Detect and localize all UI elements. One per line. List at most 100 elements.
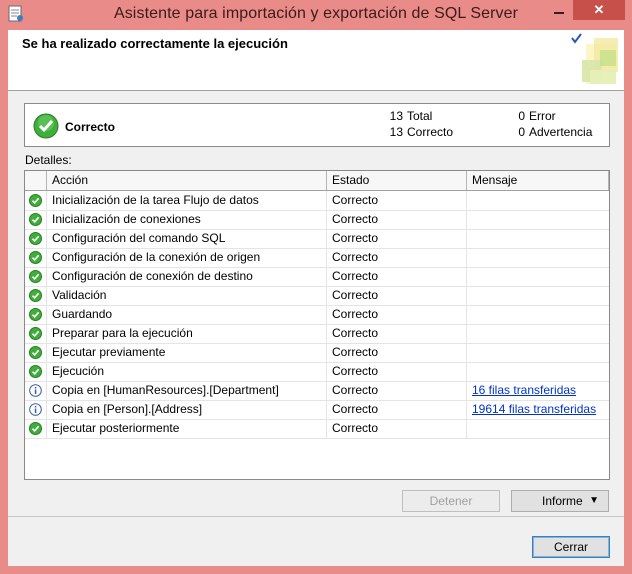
row-message [467,210,609,229]
row-icon-cell [25,400,47,419]
row-icon-cell [25,210,47,229]
summary-status: Correcto [65,120,116,134]
row-icon-cell [25,305,47,324]
row-icon-cell [25,343,47,362]
row-action: Ejecución [47,362,327,381]
table-row[interactable]: Guardando Correcto [25,305,609,325]
row-icon-cell [25,381,47,400]
stat-total-label: Total [407,109,433,123]
row-message [467,286,609,305]
row-action: Ejecutar previamente [47,343,327,362]
stat-success: 13 Correcto [389,125,453,139]
row-status: Correcto [327,362,467,381]
row-status: Correcto [327,305,467,324]
details-label: Detalles: [25,153,72,167]
row-action: Configuración de la conexión de origen [47,248,327,267]
stat-total-count: 13 [389,109,403,123]
row-status: Correcto [327,267,467,286]
row-action: Inicialización de la tarea Flujo de dato… [47,191,327,210]
row-status: Correcto [327,229,467,248]
row-message [467,324,609,343]
success-icon [29,365,42,378]
row-action: Validación [47,286,327,305]
table-row[interactable]: Inicialización de la tarea Flujo de dato… [25,191,609,211]
close-button[interactable]: Cerrar [532,536,610,558]
row-icon-cell [25,419,47,438]
stat-warning: 0 Advertencia [511,125,592,139]
row-icon-cell [25,362,47,381]
table-row[interactable]: Copia en [HumanResources].[Department] Co… [25,381,609,401]
report-dropdown-button[interactable]: Informe ▼ [511,490,609,512]
table-row[interactable]: Configuración del comando SQL Correcto [25,229,609,249]
minimize-button[interactable] [546,0,572,20]
column-header-message[interactable]: Mensaje [467,171,609,190]
row-message-link[interactable]: 16 filas transferidas [472,383,576,397]
stat-success-label: Correcto [407,125,454,139]
row-message [467,191,609,210]
success-icon [29,346,42,359]
row-status: Correcto [327,286,467,305]
title-bar[interactable]: Asistente para importación y exportación… [0,0,632,30]
stop-button[interactable]: Detener [402,490,500,512]
row-action: Copia en [Person].[Address] [47,400,327,419]
success-icon [29,194,42,207]
row-status: Correcto [327,324,467,343]
table-row[interactable]: Ejecución Correcto [25,362,609,382]
row-status: Correcto [327,419,467,438]
row-icon-cell [25,324,47,343]
row-action: Copia en [HumanResources].[Department] [47,381,327,400]
chevron-down-icon: ▼ [589,495,599,506]
table-row[interactable]: Validación Correcto [25,286,609,306]
table-row[interactable]: Inicialización de conexiones Correcto [25,210,609,230]
table-row[interactable]: Ejecutar posteriormente Correcto [25,419,609,439]
row-message [467,362,609,381]
table-row[interactable]: Copia en [Person].[Address] Correcto 19614… [25,400,609,420]
stat-total: 13 Total [389,109,433,123]
success-icon [29,289,42,302]
wizard-graphic-icon [571,33,618,84]
row-message [467,267,609,286]
row-action: Configuración de conexión de destino [47,267,327,286]
row-action: Preparar para la ejecución [47,324,327,343]
row-message-link[interactable]: 19614 filas transferidas [472,402,596,416]
success-icon [29,327,42,340]
success-icon [29,232,42,245]
stat-error-label: Error [529,109,556,123]
table-row[interactable]: Configuración de conexión de destino Corr… [25,267,609,287]
row-action: Configuración del comando SQL [47,229,327,248]
table-row[interactable]: Ejecutar previamente Correcto [25,343,609,363]
row-action: Guardando [47,305,327,324]
stat-warning-label: Advertencia [529,125,593,139]
row-message [467,229,609,248]
row-message [467,419,609,438]
row-action: Ejecutar posteriormente [47,419,327,438]
column-header-status[interactable]: Estado [327,171,467,190]
row-message [467,343,609,362]
row-status: Correcto [327,381,467,400]
table-row[interactable]: Configuración de la conexión de origen Co… [25,248,609,268]
row-status: Correcto [327,191,467,210]
footer-divider [8,516,624,517]
column-header-icon [25,171,47,190]
row-status: Correcto [327,248,467,267]
details-grid[interactable]: Acción Estado Mensaje Inicialización de … [24,170,610,480]
grid-header: Acción Estado Mensaje [25,171,609,191]
column-header-action[interactable]: Acción [47,171,327,190]
success-icon [29,251,42,264]
row-icon-cell [25,191,47,210]
success-icon [29,308,42,321]
row-message [467,305,609,324]
row-icon-cell [25,229,47,248]
info-icon [29,384,42,397]
row-status: Correcto [327,343,467,362]
stat-warning-count: 0 [518,125,525,139]
row-message: 16 filas transferidas [467,381,609,400]
report-button-label: Informe [542,494,583,508]
table-row[interactable]: Preparar para la ejecución Correcto [25,324,609,344]
stat-error-count: 0 [518,109,525,123]
close-window-button[interactable]: ✕ [573,0,625,20]
stat-success-count: 13 [389,125,403,139]
success-icon [33,113,59,139]
summary-panel: Correcto 13 Total 13 Correcto 0 Error 0 Adve… [24,103,610,147]
wizard-client-area: Se ha realizado correctamente la ejecuci… [8,30,624,566]
